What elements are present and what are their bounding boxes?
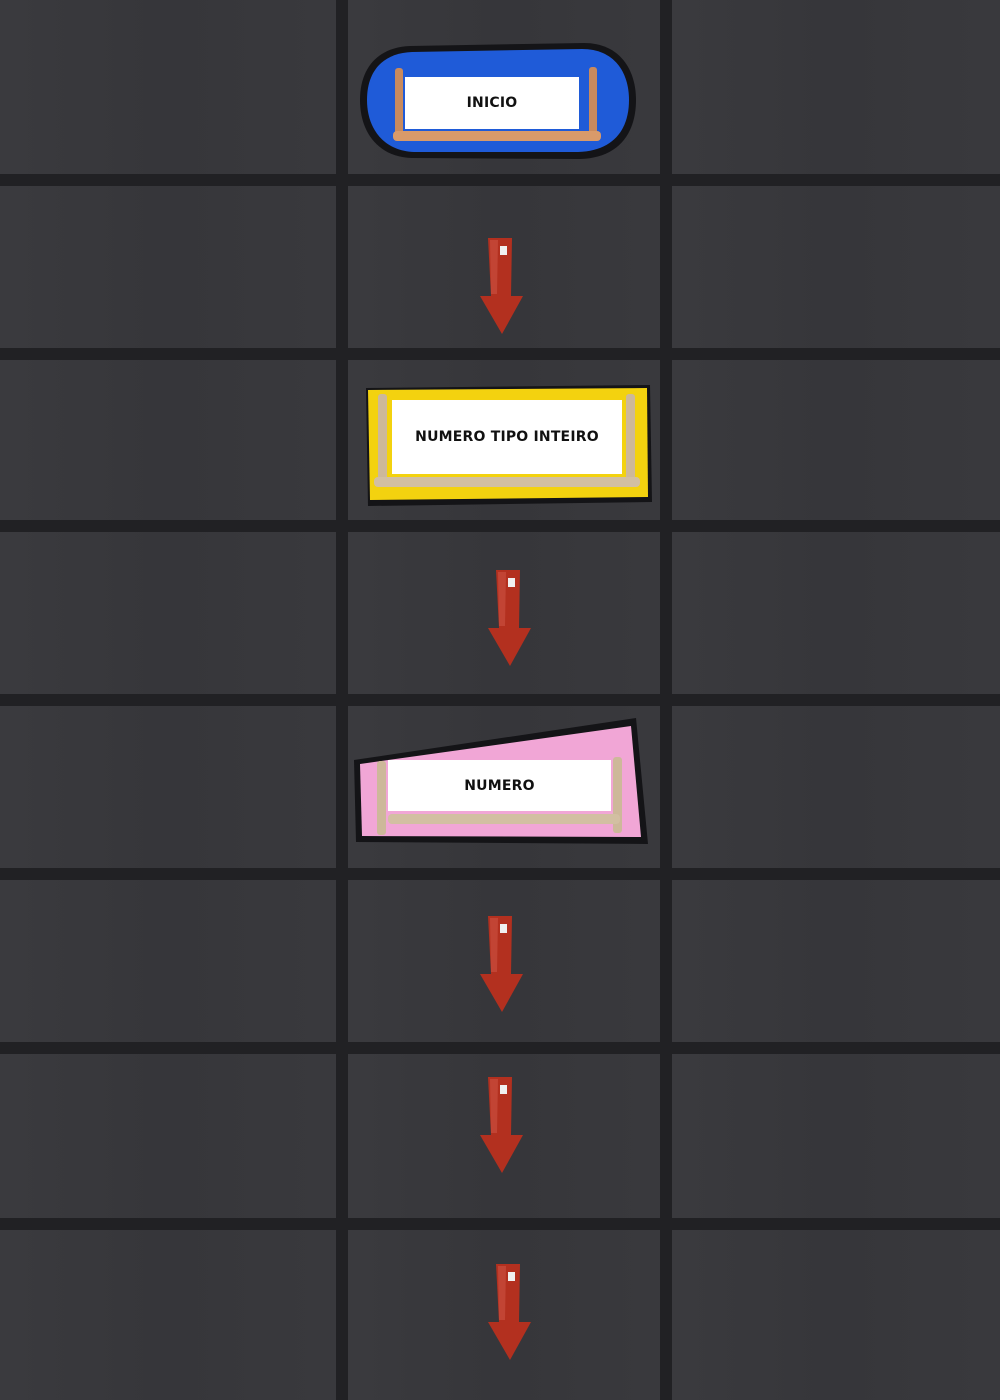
start-label: INICIO	[405, 77, 579, 129]
down-arrow-icon	[478, 1075, 526, 1175]
input-data-shape[interactable]: NUMERO	[352, 716, 650, 848]
declaration-label: NUMERO TIPO INTEIRO	[392, 400, 622, 474]
grid-cell	[0, 186, 336, 348]
down-arrow-icon	[486, 568, 534, 668]
down-arrow-icon	[486, 1262, 534, 1362]
down-arrow-icon	[478, 236, 526, 336]
grid-cell	[672, 0, 1000, 174]
grid-cell	[0, 706, 336, 868]
grid-cell	[672, 186, 1000, 348]
grid-cell	[0, 360, 336, 520]
grid-cell	[672, 360, 1000, 520]
grid-cell	[672, 532, 1000, 694]
grid-cell	[0, 1054, 336, 1218]
grid-cell	[0, 0, 336, 174]
grid-cell	[672, 1230, 1000, 1400]
declaration-process[interactable]: NUMERO TIPO INTEIRO	[362, 384, 654, 508]
down-arrow-icon	[478, 914, 526, 1014]
grid-cell	[0, 532, 336, 694]
flowchart-board: INICIO NUMERO TIPO INTEIRO NUMERO	[0, 0, 1000, 1400]
grid-cell	[0, 1230, 336, 1400]
grid-cell	[672, 1054, 1000, 1218]
grid-cell	[672, 880, 1000, 1042]
grid-cell	[672, 706, 1000, 868]
input-label: NUMERO	[388, 760, 611, 811]
start-terminator[interactable]: INICIO	[358, 40, 638, 162]
grid-cell	[0, 880, 336, 1042]
